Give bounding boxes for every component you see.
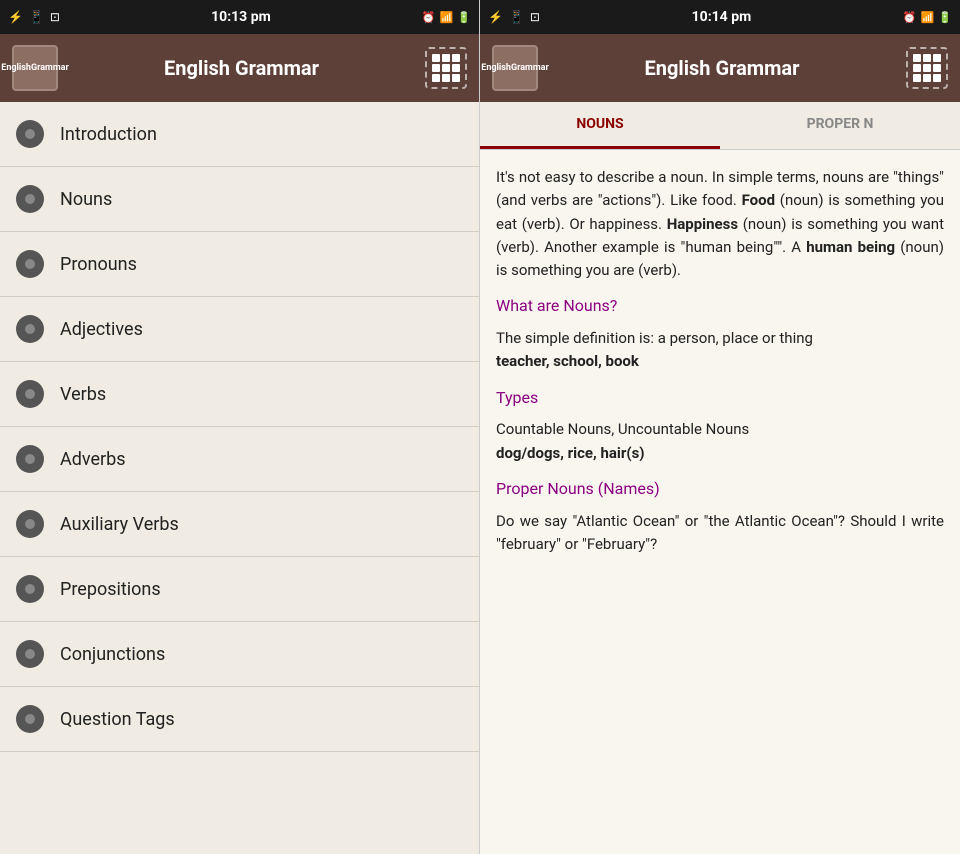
nav-item-adjectives[interactable]: Adjectives — [0, 297, 479, 362]
nav-label-question-tags: Question Tags — [60, 709, 175, 730]
nav-dot-conjunctions — [16, 640, 44, 668]
content-examples1: teacher, school, book — [496, 352, 639, 370]
bold-happiness: Happiness — [667, 215, 738, 233]
right-status-right-icons: ⏰ 📶 🔋 — [903, 11, 952, 24]
nav-dot-adjectives — [16, 315, 44, 343]
tab-proper-nouns[interactable]: PROPER N — [720, 102, 960, 149]
phone-icon: 📱 — [29, 10, 44, 24]
content-intro: It's not easy to describe a noun. In sim… — [496, 166, 944, 282]
nav-dot-auxiliary-verbs — [16, 510, 44, 538]
right-tablet-icon: ⊡ — [530, 10, 540, 24]
nav-dot-introduction — [16, 120, 44, 148]
nav-dot-nouns — [16, 185, 44, 213]
link-what-are-nouns[interactable]: What are Nouns? — [496, 294, 944, 319]
grid-icon — [432, 54, 460, 82]
nav-label-nouns: Nouns — [60, 189, 112, 210]
bold-human-being: human being — [806, 238, 895, 256]
left-status-right-icons: ⏰ 📶 🔋 — [422, 11, 471, 24]
tabs-bar: NOUNS PROPER N — [480, 102, 960, 150]
tablet-icon: ⊡ — [50, 10, 60, 24]
content-types: Countable Nouns, Uncountable Nouns dog/d… — [496, 418, 944, 465]
nav-item-nouns[interactable]: Nouns — [0, 167, 479, 232]
link-proper-nouns[interactable]: Proper Nouns (Names) — [496, 477, 944, 502]
tab-nouns[interactable]: NOUNS — [480, 102, 720, 149]
signal-icon: 📶 — [440, 11, 454, 24]
left-status-bar: ⚡ 📱 ⊡ 10:13 pm ⏰ 📶 🔋 — [0, 0, 479, 34]
nav-dot-verbs — [16, 380, 44, 408]
left-time: 10:13 pm — [211, 9, 271, 25]
nav-label-introduction: Introduction — [60, 124, 157, 145]
right-app-bar: English Grammar English Grammar — [480, 34, 960, 102]
left-app-icon: English Grammar — [12, 45, 58, 91]
left-app-bar: English Grammar English Grammar — [0, 34, 479, 102]
right-grid-button[interactable] — [906, 47, 948, 89]
nav-item-adverbs[interactable]: Adverbs — [0, 427, 479, 492]
right-time: 10:14 pm — [692, 9, 752, 25]
right-panel: ⚡ 📱 ⊡ 10:14 pm ⏰ 📶 🔋 English Grammar Eng… — [480, 0, 960, 854]
link-types[interactable]: Types — [496, 386, 944, 411]
nav-dot-question-tags — [16, 705, 44, 733]
nav-dot-adverbs — [16, 445, 44, 473]
right-alarm-icon: ⏰ — [903, 11, 917, 24]
nav-label-adverbs: Adverbs — [60, 449, 126, 470]
right-battery-icon: 🔋 — [938, 11, 952, 24]
right-app-icon: English Grammar — [492, 45, 538, 91]
nav-item-auxiliary-verbs[interactable]: Auxiliary Verbs — [0, 492, 479, 557]
nav-item-introduction[interactable]: Introduction — [0, 102, 479, 167]
nav-label-auxiliary-verbs: Auxiliary Verbs — [60, 514, 179, 535]
nav-label-pronouns: Pronouns — [60, 254, 137, 275]
alarm-icon: ⏰ — [422, 11, 436, 24]
nav-list: Introduction Nouns Pronouns Adjectives V… — [0, 102, 479, 854]
right-phone-icon: 📱 — [509, 10, 524, 24]
nav-dot-pronouns — [16, 250, 44, 278]
left-status-icons: ⚡ 📱 ⊡ — [8, 10, 60, 24]
nav-label-verbs: Verbs — [60, 384, 106, 405]
content-proper-def: Do we say "Atlantic Ocean" or "the Atlan… — [496, 510, 944, 557]
right-app-title: English Grammar — [550, 56, 894, 80]
nav-label-conjunctions: Conjunctions — [60, 644, 165, 665]
left-grid-button[interactable] — [425, 47, 467, 89]
content-simple-def: The simple definition is: a person, plac… — [496, 327, 944, 374]
right-status-bar: ⚡ 📱 ⊡ 10:14 pm ⏰ 📶 🔋 — [480, 0, 960, 34]
right-usb-icon: ⚡ — [488, 10, 503, 24]
right-signal-icon: 📶 — [921, 11, 935, 24]
nav-item-conjunctions[interactable]: Conjunctions — [0, 622, 479, 687]
left-panel: ⚡ 📱 ⊡ 10:13 pm ⏰ 📶 🔋 English Grammar Eng… — [0, 0, 480, 854]
nav-item-prepositions[interactable]: Prepositions — [0, 557, 479, 622]
nav-item-verbs[interactable]: Verbs — [0, 362, 479, 427]
nav-label-prepositions: Prepositions — [60, 579, 161, 600]
nav-item-question-tags[interactable]: Question Tags — [0, 687, 479, 752]
content-area: It's not easy to describe a noun. In sim… — [480, 150, 960, 854]
nav-label-adjectives: Adjectives — [60, 319, 143, 340]
right-status-left-icons: ⚡ 📱 ⊡ — [488, 10, 540, 24]
battery-icon: 🔋 — [457, 11, 471, 24]
right-grid-icon — [913, 54, 941, 82]
bold-food: Food — [742, 191, 775, 209]
content-examples2: dog/dogs, rice, hair(s) — [496, 444, 645, 462]
usb-icon: ⚡ — [8, 10, 23, 24]
left-app-title: English Grammar — [70, 56, 413, 80]
nav-dot-prepositions — [16, 575, 44, 603]
nav-item-pronouns[interactable]: Pronouns — [0, 232, 479, 297]
